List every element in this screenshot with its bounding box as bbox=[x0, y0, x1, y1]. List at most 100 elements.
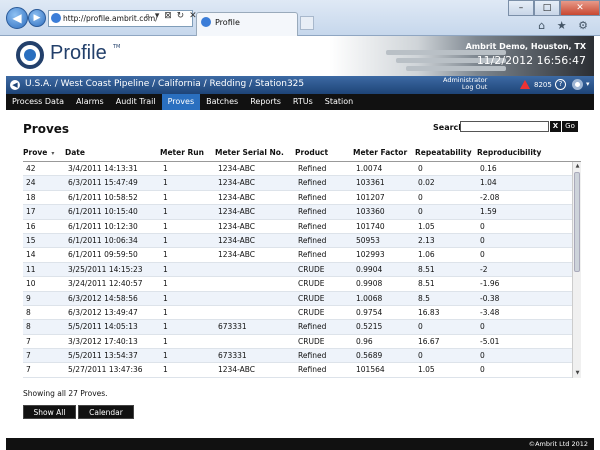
search-input[interactable] bbox=[460, 121, 549, 132]
table-cell: 1 bbox=[163, 336, 168, 346]
table-cell: 17 bbox=[26, 207, 36, 217]
scroll-up-arrow-icon[interactable]: ▲ bbox=[573, 162, 582, 171]
table-cell: 50953 bbox=[356, 235, 380, 245]
table-cell: 14 bbox=[26, 250, 36, 260]
table-cell: 0 bbox=[418, 164, 423, 173]
footer: ©Ambrit Ltd 2012 bbox=[6, 438, 594, 450]
column-header-meter-run[interactable]: Meter Run bbox=[160, 148, 204, 157]
table-row[interactable]: 14 6/1/2011 09:59:50 1 1234-ABC Refined 10299… bbox=[23, 248, 572, 263]
sort-chevron-down-icon[interactable]: ▾ bbox=[51, 150, 54, 157]
table-cell: Refined bbox=[298, 207, 327, 217]
show-all-button[interactable]: Show All bbox=[23, 405, 76, 419]
tab-audit-trail[interactable]: Audit Trail bbox=[110, 94, 162, 110]
help-icon[interactable]: ? bbox=[555, 79, 566, 90]
column-header-repeatability[interactable]: Repeatability bbox=[415, 148, 472, 157]
close-window-button[interactable]: ✕ bbox=[560, 0, 600, 16]
alarm-count[interactable]: 8205 bbox=[534, 81, 552, 89]
column-header-prove[interactable]: Prove ▾ bbox=[23, 148, 54, 157]
settings-gear-icon[interactable] bbox=[572, 79, 583, 90]
window-controls: – □ ✕ bbox=[508, 0, 600, 16]
search-go-button[interactable]: Go bbox=[562, 121, 578, 132]
tab-reports[interactable]: Reports bbox=[244, 94, 287, 110]
table-row[interactable]: 7 3/3/2012 17:40:13 1 CRUDE 0.96 16.67 -5.01 bbox=[23, 335, 572, 350]
table-row[interactable]: 24 6/3/2011 15:47:49 1 1234-ABC Refined 10336… bbox=[23, 176, 572, 191]
table-cell: 1.05 bbox=[418, 365, 435, 375]
table-row[interactable]: 11 3/25/2011 14:15:23 1 CRUDE 0.9904 8.51 -2 bbox=[23, 262, 572, 278]
company-name: Ambrit Demo, Houston, TX bbox=[465, 42, 586, 51]
tab-process-data[interactable]: Process Data bbox=[6, 94, 70, 110]
breadcrumb-back-icon[interactable]: ◀ bbox=[10, 80, 20, 90]
breadcrumb-bar: ◀ U.S.A. / West Coast Pipeline / Califor… bbox=[6, 76, 594, 94]
table-scrollbar[interactable]: ▲ ▼ bbox=[572, 162, 581, 378]
browser-tab[interactable]: Profile bbox=[196, 12, 298, 36]
column-header-label: Date bbox=[65, 148, 85, 157]
table-cell: 1 bbox=[163, 164, 168, 173]
calendar-button[interactable]: Calendar bbox=[78, 405, 134, 419]
breadcrumb[interactable]: U.S.A. / West Coast Pipeline / Californi… bbox=[25, 79, 304, 89]
minimize-button[interactable]: – bbox=[508, 0, 534, 16]
back-button[interactable]: ◀ bbox=[6, 7, 28, 29]
table-cell: 101207 bbox=[356, 192, 385, 202]
browser-tool-icons[interactable]: ⌂ ★ ⚙ bbox=[538, 19, 592, 32]
column-header-product[interactable]: Product bbox=[295, 148, 328, 157]
alarm-warning-icon[interactable] bbox=[520, 80, 530, 89]
column-header-date[interactable]: Date bbox=[65, 148, 85, 157]
table-row[interactable]: 42 3/4/2011 14:13:31 1 1234-ABC Refined 1.007… bbox=[23, 162, 572, 177]
table-cell: 1 bbox=[163, 192, 168, 202]
tab-alarms[interactable]: Alarms bbox=[70, 94, 110, 110]
tab-station[interactable]: Station bbox=[319, 94, 359, 110]
maximize-button[interactable]: □ bbox=[534, 0, 560, 16]
table-body[interactable]: 42 3/4/2011 14:13:31 1 1234-ABC Refined 1.007… bbox=[23, 162, 572, 378]
new-tab-button[interactable] bbox=[300, 16, 314, 30]
table-cell: 5/5/2011 14:05:13 bbox=[68, 322, 138, 332]
table-row[interactable]: 7 5/5/2011 13:54:37 1 673331 Refined 0.5689 0… bbox=[23, 349, 572, 364]
table-cell: 8 bbox=[26, 322, 31, 332]
column-header-meter-factor[interactable]: Meter Factor bbox=[353, 148, 407, 157]
scroll-down-arrow-icon[interactable]: ▼ bbox=[573, 369, 582, 378]
forward-button[interactable]: ▶ bbox=[28, 9, 46, 27]
table-cell: CRUDE bbox=[298, 336, 325, 346]
table-cell: -2.08 bbox=[480, 192, 500, 202]
site-icon bbox=[51, 13, 61, 23]
table-cell: 1 bbox=[163, 235, 168, 245]
table-row[interactable]: 10 3/24/2011 12:40:57 1 CRUDE 0.9908 8.51 -1.9… bbox=[23, 277, 572, 292]
page-title: Proves bbox=[23, 122, 70, 136]
table-row[interactable]: 15 6/1/2011 10:06:34 1 1234-ABC Refined 50953… bbox=[23, 233, 572, 249]
table-row[interactable]: 8 5/5/2011 14:05:13 1 673331 Refined 0.5215 0… bbox=[23, 320, 572, 335]
column-header-meter-serial-no[interactable]: Meter Serial No. bbox=[215, 148, 284, 157]
table-row[interactable]: 9 6/3/2012 14:58:56 1 CRUDE 1.0068 8.5 -0.38 bbox=[23, 291, 572, 306]
table-cell: 1 bbox=[163, 221, 168, 231]
table-row[interactable]: 17 6/1/2011 10:15:40 1 1234-ABC Refined 10336… bbox=[23, 205, 572, 220]
logout-link[interactable]: Log Out bbox=[443, 84, 487, 91]
table-cell: 7 bbox=[26, 365, 31, 375]
address-tools-icons[interactable]: ⌕ ▾ ⊠ ↻ ✕ bbox=[145, 11, 198, 21]
table-cell: 1 bbox=[163, 365, 168, 375]
tab-proves[interactable]: Proves bbox=[161, 94, 201, 110]
table-row[interactable]: 7 5/27/2011 13:47:36 1 1234-ABC Refined 10156… bbox=[23, 363, 572, 378]
table-cell: 1234-ABC bbox=[218, 221, 256, 231]
table-row[interactable]: 16 6/1/2011 10:12:30 1 1234-ABC Refined 10174… bbox=[23, 220, 572, 234]
table-cell: 8.51 bbox=[418, 264, 435, 274]
table-cell: 0.5215 bbox=[356, 322, 383, 332]
current-datetime: 11/2/2012 16:56:47 bbox=[476, 54, 586, 67]
table-row[interactable]: 8 6/3/2012 13:49:47 1 CRUDE 0.9754 16.83 -3.48 bbox=[23, 306, 572, 321]
table-cell: 0 bbox=[480, 351, 485, 361]
table-cell: 0.02 bbox=[418, 178, 435, 188]
table-cell: 0.5689 bbox=[356, 351, 383, 361]
tab-rtus[interactable]: RTUs bbox=[287, 94, 319, 110]
table-cell: 1.0074 bbox=[356, 164, 383, 173]
settings-chevron-down-icon[interactable]: ▾ bbox=[586, 80, 590, 88]
table-cell: 24 bbox=[26, 178, 36, 188]
copyright-text: ©Ambrit Ltd 2012 bbox=[528, 440, 588, 448]
column-header-reproducibility[interactable]: Reproducibility bbox=[477, 148, 541, 157]
search-clear-button[interactable]: X bbox=[550, 121, 561, 132]
tab-batches[interactable]: Batches bbox=[200, 94, 244, 110]
table-cell: 1.59 bbox=[480, 207, 497, 217]
table-cell: 1 bbox=[163, 307, 168, 317]
table-cell: 9 bbox=[26, 293, 31, 303]
table-cell: 8.5 bbox=[418, 293, 430, 303]
table-cell: 0 bbox=[418, 192, 423, 202]
table-row[interactable]: 18 6/1/2011 10:58:52 1 1234-ABC Refined 10120… bbox=[23, 191, 572, 206]
scroll-thumb[interactable] bbox=[574, 172, 580, 272]
table-cell: 42 bbox=[26, 164, 36, 173]
